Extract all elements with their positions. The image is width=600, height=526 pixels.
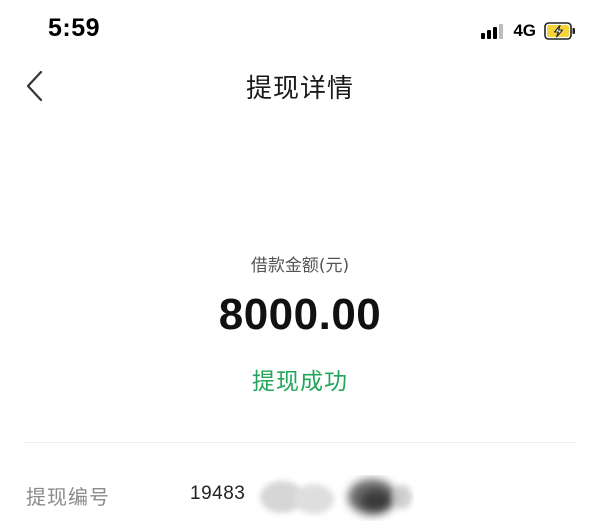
page-title: 提现详情 — [245, 74, 354, 104]
signal-bars-icon — [481, 23, 504, 39]
withdrawal-detail-screen: 5:59 4G 提现详情 借款金额(元) 8000.00 提现成功 提现编号 1… — [0, 0, 600, 526]
navigation-bar: 提现详情 — [0, 60, 600, 110]
redaction-scribble — [260, 479, 412, 515]
battery-charging-icon — [544, 22, 576, 40]
loan-amount-label: 借款金额(元) — [250, 256, 350, 276]
status-time: 5:59 — [48, 14, 101, 42]
withdrawal-id-label: 提现编号 — [26, 485, 110, 509]
loan-amount-value: 8000.00 — [218, 290, 382, 339]
section-divider — [24, 442, 576, 443]
detail-row-withdrawal-id: 提现编号 19483 — [0, 475, 600, 515]
status-bar: 5:59 4G — [0, 0, 600, 60]
network-type: 4G — [513, 21, 536, 40]
status-indicators: 4G — [481, 20, 576, 42]
withdrawal-id-value: 19483 — [190, 483, 246, 504]
withdrawal-status: 提现成功 — [252, 369, 348, 395]
